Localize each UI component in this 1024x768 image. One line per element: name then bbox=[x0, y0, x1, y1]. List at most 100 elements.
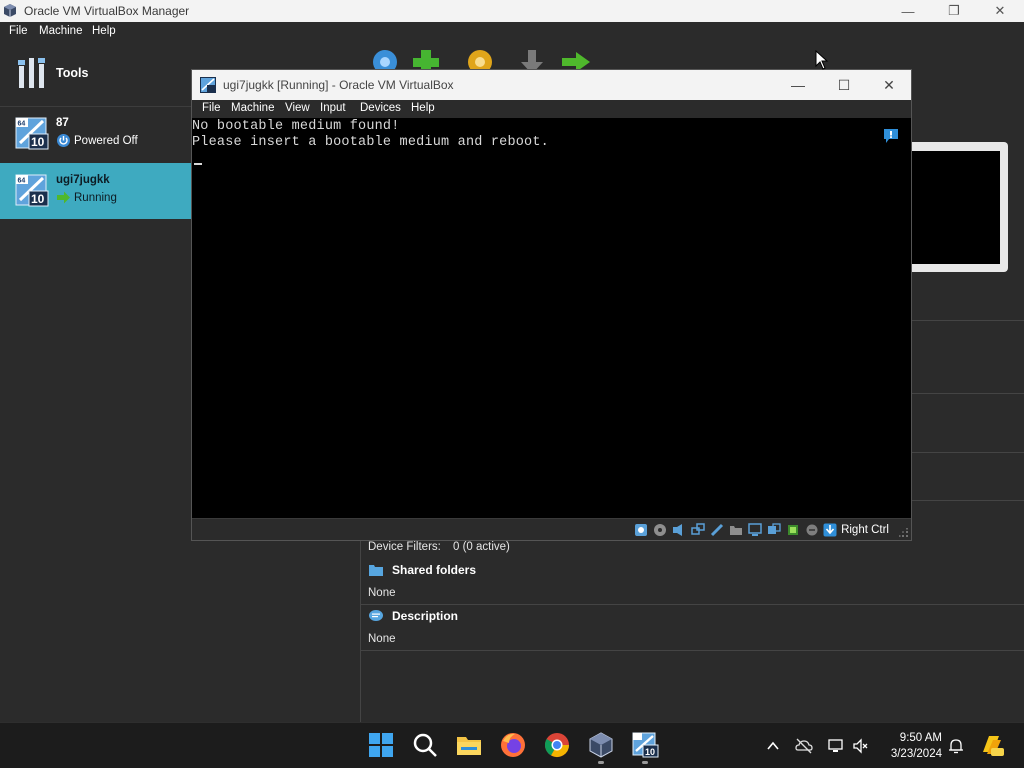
notification-icon[interactable] bbox=[883, 128, 899, 144]
menu-machine[interactable]: Machine bbox=[39, 25, 82, 37]
notification-bell-icon[interactable] bbox=[947, 737, 965, 755]
description-header[interactable]: Description bbox=[368, 609, 458, 623]
windows10-64-vm-icon: 64 10 bbox=[15, 174, 49, 207]
vm-window: ugi7jugkk [Running] - Oracle VM VirtualB… bbox=[191, 69, 912, 541]
running-indicator bbox=[598, 761, 604, 764]
usb-icon[interactable] bbox=[710, 523, 724, 537]
manager-title-bar[interactable]: Oracle VM VirtualBox Manager — ❐ ✕ bbox=[0, 0, 1024, 22]
virtualbox-taskbar-icon[interactable] bbox=[587, 731, 615, 759]
windows10-64-vm-icon bbox=[200, 77, 216, 93]
windows-start-icon[interactable] bbox=[367, 731, 395, 759]
description-title: Description bbox=[392, 609, 459, 623]
vm-menu-machine[interactable]: Machine bbox=[231, 102, 274, 114]
vm-preview bbox=[905, 142, 1008, 272]
windows10-64-vm-taskbar-icon[interactable]: 10 bbox=[631, 731, 659, 759]
device-filters-value: 0 (0 active) bbox=[453, 541, 510, 553]
onedrive-offline-icon[interactable] bbox=[795, 737, 813, 755]
clock-date: 3/23/2024 bbox=[890, 748, 942, 760]
network-status-icon[interactable] bbox=[827, 737, 845, 755]
host-key-indicator[interactable]: Right Ctrl bbox=[823, 523, 889, 537]
vm-preview-screen bbox=[912, 151, 1000, 264]
shared-folder-icon[interactable] bbox=[729, 523, 743, 537]
vm-display[interactable]: No bootable medium found! Please insert … bbox=[192, 118, 911, 518]
vm-status-bar: Right Ctrl bbox=[192, 518, 911, 540]
vm-close-button[interactable]: ✕ bbox=[866, 70, 912, 100]
vm-list-item-87[interactable]: 64 10 87 Powered Off bbox=[0, 106, 191, 162]
speech-bubble-icon bbox=[369, 610, 383, 621]
details-border bbox=[360, 540, 361, 722]
vm-maximize-button[interactable]: ☐ bbox=[821, 70, 867, 100]
vm-state: Powered Off bbox=[56, 133, 138, 148]
virtualbox-logo-icon bbox=[4, 4, 16, 17]
host-key-down-arrow-icon bbox=[823, 523, 837, 537]
device-filters-label: Device Filters: bbox=[368, 541, 441, 553]
taskbar: 10 9:50 AM 3/23/2024 bbox=[0, 722, 1024, 768]
running-indicator bbox=[642, 761, 648, 764]
text-cursor bbox=[194, 163, 202, 165]
host-key-label: Right Ctrl bbox=[841, 524, 889, 536]
cpu-activity-icon[interactable] bbox=[786, 523, 800, 537]
copilot-preview-icon[interactable] bbox=[979, 732, 1005, 758]
vm-title-bar[interactable]: ugi7jugkk [Running] - Oracle VM VirtualB… bbox=[192, 70, 911, 100]
vm-state-label: Running bbox=[74, 191, 117, 204]
vm-state: Running bbox=[56, 190, 117, 205]
shared-folders-value: None bbox=[368, 587, 396, 599]
audio-icon[interactable] bbox=[672, 523, 686, 537]
network-icon[interactable] bbox=[691, 523, 705, 537]
resize-grip-icon[interactable] bbox=[899, 528, 909, 538]
vm-list-sidebar: Tools 64 10 87 Powered Off 64 10 ugi7jug… bbox=[0, 42, 191, 722]
svg-text:10: 10 bbox=[31, 192, 45, 206]
menu-help[interactable]: Help bbox=[92, 25, 116, 37]
tools-icon bbox=[18, 58, 45, 88]
restore-button[interactable]: ❐ bbox=[931, 0, 977, 22]
vm-name: ugi7jugkk bbox=[56, 174, 110, 186]
console-line: Please insert a bootable medium and rebo… bbox=[192, 135, 549, 150]
shared-folders-header[interactable]: Shared folders bbox=[368, 563, 476, 577]
windows10-64-vm-icon: 64 10 bbox=[15, 117, 49, 150]
menu-file[interactable]: File bbox=[9, 25, 28, 37]
description-value: None bbox=[368, 633, 396, 645]
clock[interactable]: 9:50 AM 3/23/2024 bbox=[886, 730, 942, 762]
svg-text:10: 10 bbox=[645, 747, 655, 757]
hard-disk-icon[interactable] bbox=[634, 523, 648, 537]
manager-menubar: File Machine Help bbox=[0, 22, 1024, 42]
chrome-icon[interactable] bbox=[543, 731, 571, 759]
recording-icon[interactable] bbox=[767, 523, 781, 537]
vm-menu-help[interactable]: Help bbox=[411, 102, 435, 114]
optical-drive-icon[interactable] bbox=[653, 523, 667, 537]
vm-minimize-button[interactable]: — bbox=[775, 70, 821, 100]
tools-item[interactable]: Tools bbox=[0, 52, 191, 96]
vm-state-label: Powered Off bbox=[74, 134, 138, 147]
clock-time: 9:50 AM bbox=[899, 732, 942, 744]
vm-menubar: File Machine View Input Devices Help bbox=[192, 100, 911, 118]
vm-menu-file[interactable]: File bbox=[202, 102, 221, 114]
file-explorer-icon[interactable] bbox=[455, 731, 483, 759]
console-line: No bootable medium found! bbox=[192, 119, 400, 134]
details-divider bbox=[361, 604, 1024, 605]
search-icon[interactable] bbox=[411, 731, 439, 759]
volume-muted-icon[interactable] bbox=[852, 737, 870, 755]
details-divider bbox=[361, 650, 1024, 651]
shared-folders-title: Shared folders bbox=[392, 563, 477, 577]
close-button[interactable]: ✕ bbox=[977, 0, 1023, 22]
vm-name: 87 bbox=[56, 117, 69, 129]
vm-list-item-ugi7jugkk[interactable]: 64 10 ugi7jugkk Running bbox=[0, 163, 191, 219]
vm-menu-view[interactable]: View bbox=[285, 102, 310, 114]
svg-text:64: 64 bbox=[18, 178, 26, 185]
mouse-integration-icon[interactable] bbox=[805, 523, 819, 537]
vm-menu-devices[interactable]: Devices bbox=[360, 102, 401, 114]
svg-text:10: 10 bbox=[31, 135, 45, 149]
manager-window-title: Oracle VM VirtualBox Manager bbox=[24, 4, 190, 18]
minimize-button[interactable]: — bbox=[885, 0, 931, 22]
tools-label: Tools bbox=[56, 66, 89, 80]
svg-text:64: 64 bbox=[18, 121, 26, 128]
running-arrow-icon bbox=[57, 191, 70, 204]
folder-icon bbox=[369, 565, 383, 576]
display-icon[interactable] bbox=[748, 523, 762, 537]
vm-window-title: ugi7jugkk [Running] - Oracle VM VirtualB… bbox=[223, 78, 454, 92]
firefox-icon[interactable] bbox=[499, 731, 527, 759]
mouse-pointer-icon bbox=[815, 50, 829, 70]
vm-menu-input[interactable]: Input bbox=[320, 102, 346, 114]
chevron-up-icon[interactable] bbox=[764, 737, 782, 755]
power-off-icon bbox=[57, 134, 70, 147]
